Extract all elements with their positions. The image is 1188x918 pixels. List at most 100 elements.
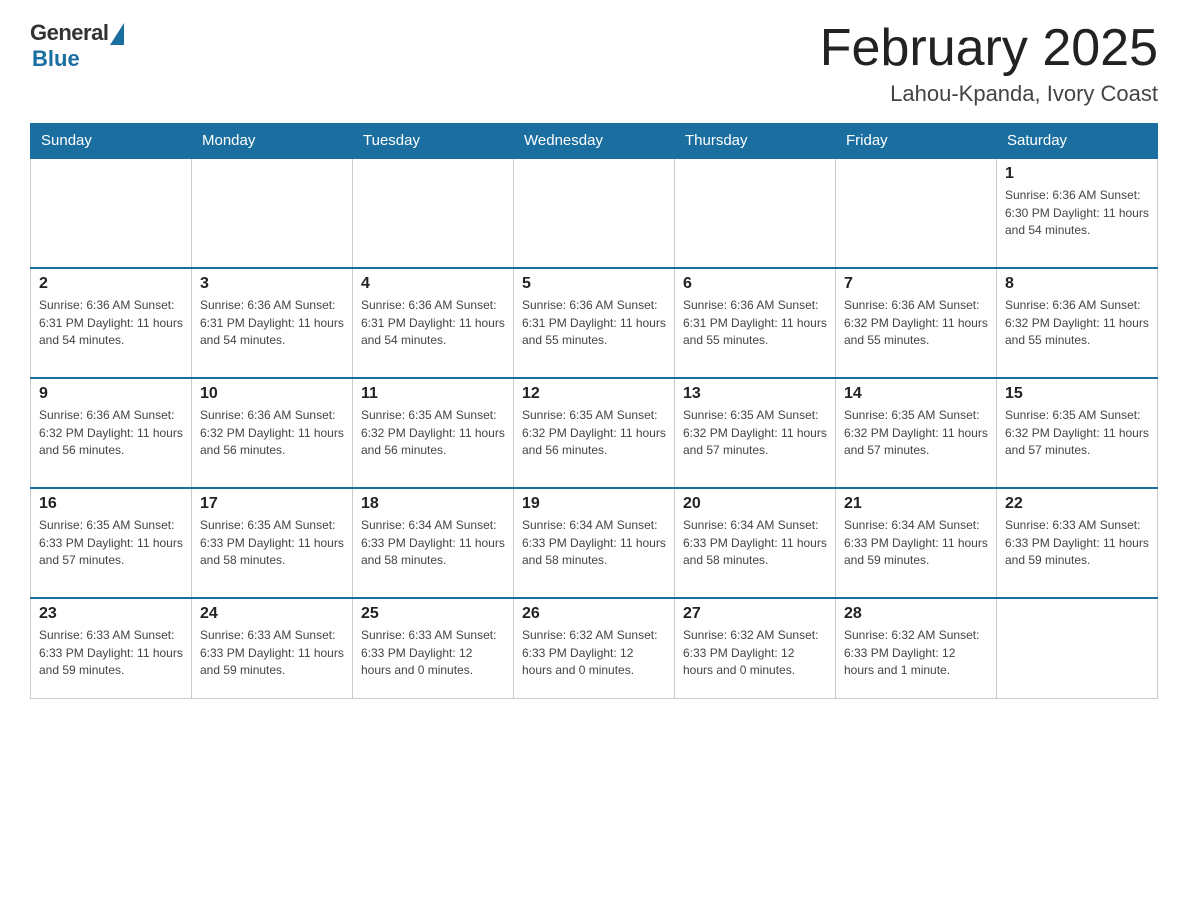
day-number: 7	[844, 275, 988, 293]
day-cell	[31, 158, 192, 268]
day-info: Sunrise: 6:32 AM Sunset: 6:33 PM Dayligh…	[844, 627, 988, 679]
day-info: Sunrise: 6:33 AM Sunset: 6:33 PM Dayligh…	[361, 627, 505, 679]
calendar-table: SundayMondayTuesdayWednesdayThursdayFrid…	[30, 123, 1158, 699]
col-header-monday: Monday	[192, 124, 353, 159]
day-info: Sunrise: 6:35 AM Sunset: 6:32 PM Dayligh…	[844, 407, 988, 459]
day-info: Sunrise: 6:34 AM Sunset: 6:33 PM Dayligh…	[683, 517, 827, 569]
day-number: 14	[844, 385, 988, 403]
day-info: Sunrise: 6:36 AM Sunset: 6:32 PM Dayligh…	[39, 407, 183, 459]
day-info: Sunrise: 6:35 AM Sunset: 6:32 PM Dayligh…	[522, 407, 666, 459]
day-cell: 27Sunrise: 6:32 AM Sunset: 6:33 PM Dayli…	[675, 598, 836, 698]
day-number: 15	[1005, 385, 1149, 403]
day-info: Sunrise: 6:35 AM Sunset: 6:32 PM Dayligh…	[361, 407, 505, 459]
day-number: 8	[1005, 275, 1149, 293]
day-cell	[997, 598, 1158, 698]
day-cell: 20 Sunrise: 6:34 AM Sunset: 6:33 PM Dayli…	[675, 488, 836, 598]
day-number: 13	[683, 385, 827, 403]
day-cell: 11Sunrise: 6:35 AM Sunset: 6:32 PM Dayli…	[353, 378, 514, 488]
day-cell: 24 Sunrise: 6:33 AM Sunset: 6:33 PM Dayli…	[192, 598, 353, 698]
day-cell: 23 Sunrise: 6:33 AM Sunset: 6:33 PM Dayli…	[31, 598, 192, 698]
day-number: 4	[361, 275, 505, 293]
day-cell	[192, 158, 353, 268]
day-info: Sunrise: 6:34 AM Sunset: 6:33 PM Dayligh…	[361, 517, 505, 569]
day-cell: 12 Sunrise: 6:35 AM Sunset: 6:32 PM Dayli…	[514, 378, 675, 488]
day-info: Sunrise: 6:33 AM Sunset: 6:33 PM Dayligh…	[39, 627, 183, 679]
day-info: Sunrise: 6:36 AM Sunset: 6:31 PM Dayligh…	[39, 297, 183, 349]
day-number: 24	[200, 605, 344, 623]
day-number: 23	[39, 605, 183, 623]
day-number: 28	[844, 605, 988, 623]
location-title: Lahou-Kpanda, Ivory Coast	[820, 81, 1158, 107]
day-cell: 4 Sunrise: 6:36 AM Sunset: 6:31 PM Daylig…	[353, 268, 514, 378]
day-info: Sunrise: 6:36 AM Sunset: 6:31 PM Dayligh…	[522, 297, 666, 349]
day-cell	[514, 158, 675, 268]
day-cell: 18 Sunrise: 6:34 AM Sunset: 6:33 PM Dayli…	[353, 488, 514, 598]
page-header: General Blue February 2025 Lahou-Kpanda,…	[30, 20, 1158, 107]
day-cell	[353, 158, 514, 268]
day-cell: 6 Sunrise: 6:36 AM Sunset: 6:31 PM Daylig…	[675, 268, 836, 378]
day-cell: 13 Sunrise: 6:35 AM Sunset: 6:32 PM Dayli…	[675, 378, 836, 488]
week-row-3: 9 Sunrise: 6:36 AM Sunset: 6:32 PM Daylig…	[31, 378, 1158, 488]
day-cell: 1Sunrise: 6:36 AM Sunset: 6:30 PM Daylig…	[997, 158, 1158, 268]
day-number: 25	[361, 605, 505, 623]
day-number: 6	[683, 275, 827, 293]
day-number: 5	[522, 275, 666, 293]
day-cell: 25 Sunrise: 6:33 AM Sunset: 6:33 PM Dayli…	[353, 598, 514, 698]
day-cell	[675, 158, 836, 268]
day-info: Sunrise: 6:33 AM Sunset: 6:33 PM Dayligh…	[200, 627, 344, 679]
day-cell: 28 Sunrise: 6:32 AM Sunset: 6:33 PM Dayli…	[836, 598, 997, 698]
day-info: Sunrise: 6:36 AM Sunset: 6:31 PM Dayligh…	[361, 297, 505, 349]
header-row: SundayMondayTuesdayWednesdayThursdayFrid…	[31, 124, 1158, 159]
month-title: February 2025	[820, 20, 1158, 77]
day-cell: 21Sunrise: 6:34 AM Sunset: 6:33 PM Dayli…	[836, 488, 997, 598]
day-cell	[836, 158, 997, 268]
day-number: 26	[522, 605, 666, 623]
day-number: 17	[200, 495, 344, 513]
col-header-friday: Friday	[836, 124, 997, 159]
day-number: 9	[39, 385, 183, 403]
day-cell: 15 Sunrise: 6:35 AM Sunset: 6:32 PM Dayli…	[997, 378, 1158, 488]
logo-blue-text: Blue	[32, 46, 80, 72]
day-number: 3	[200, 275, 344, 293]
day-number: 16	[39, 495, 183, 513]
day-info: Sunrise: 6:36 AM Sunset: 6:32 PM Dayligh…	[844, 297, 988, 349]
day-cell: 8 Sunrise: 6:36 AM Sunset: 6:32 PM Daylig…	[997, 268, 1158, 378]
col-header-wednesday: Wednesday	[514, 124, 675, 159]
logo-triangle-icon	[110, 23, 124, 45]
day-cell: 2 Sunrise: 6:36 AM Sunset: 6:31 PM Daylig…	[31, 268, 192, 378]
week-row-1: 1Sunrise: 6:36 AM Sunset: 6:30 PM Daylig…	[31, 158, 1158, 268]
day-info: Sunrise: 6:35 AM Sunset: 6:33 PM Dayligh…	[200, 517, 344, 569]
logo: General Blue	[30, 20, 124, 72]
day-cell: 3 Sunrise: 6:36 AM Sunset: 6:31 PM Daylig…	[192, 268, 353, 378]
day-info: Sunrise: 6:36 AM Sunset: 6:31 PM Dayligh…	[683, 297, 827, 349]
day-cell: 9 Sunrise: 6:36 AM Sunset: 6:32 PM Daylig…	[31, 378, 192, 488]
logo-general-text: General	[30, 20, 108, 46]
day-info: Sunrise: 6:36 AM Sunset: 6:31 PM Dayligh…	[200, 297, 344, 349]
day-cell: 14 Sunrise: 6:35 AM Sunset: 6:32 PM Dayli…	[836, 378, 997, 488]
day-number: 12	[522, 385, 666, 403]
day-cell: 7 Sunrise: 6:36 AM Sunset: 6:32 PM Daylig…	[836, 268, 997, 378]
day-cell: 10 Sunrise: 6:36 AM Sunset: 6:32 PM Dayli…	[192, 378, 353, 488]
week-row-2: 2 Sunrise: 6:36 AM Sunset: 6:31 PM Daylig…	[31, 268, 1158, 378]
col-header-saturday: Saturday	[997, 124, 1158, 159]
day-info: Sunrise: 6:33 AM Sunset: 6:33 PM Dayligh…	[1005, 517, 1149, 569]
day-number: 20	[683, 495, 827, 513]
day-info: Sunrise: 6:36 AM Sunset: 6:32 PM Dayligh…	[1005, 297, 1149, 349]
day-number: 10	[200, 385, 344, 403]
day-cell: 5 Sunrise: 6:36 AM Sunset: 6:31 PM Daylig…	[514, 268, 675, 378]
day-info: Sunrise: 6:36 AM Sunset: 6:30 PM Dayligh…	[1005, 187, 1149, 239]
col-header-tuesday: Tuesday	[353, 124, 514, 159]
title-block: February 2025 Lahou-Kpanda, Ivory Coast	[820, 20, 1158, 107]
day-info: Sunrise: 6:35 AM Sunset: 6:32 PM Dayligh…	[683, 407, 827, 459]
day-number: 18	[361, 495, 505, 513]
day-info: Sunrise: 6:34 AM Sunset: 6:33 PM Dayligh…	[844, 517, 988, 569]
day-info: Sunrise: 6:35 AM Sunset: 6:33 PM Dayligh…	[39, 517, 183, 569]
day-cell: 16 Sunrise: 6:35 AM Sunset: 6:33 PM Dayli…	[31, 488, 192, 598]
day-info: Sunrise: 6:35 AM Sunset: 6:32 PM Dayligh…	[1005, 407, 1149, 459]
day-info: Sunrise: 6:32 AM Sunset: 6:33 PM Dayligh…	[683, 627, 827, 679]
day-info: Sunrise: 6:32 AM Sunset: 6:33 PM Dayligh…	[522, 627, 666, 679]
week-row-4: 16 Sunrise: 6:35 AM Sunset: 6:33 PM Dayli…	[31, 488, 1158, 598]
day-info: Sunrise: 6:36 AM Sunset: 6:32 PM Dayligh…	[200, 407, 344, 459]
day-number: 2	[39, 275, 183, 293]
day-cell: 26 Sunrise: 6:32 AM Sunset: 6:33 PM Dayli…	[514, 598, 675, 698]
